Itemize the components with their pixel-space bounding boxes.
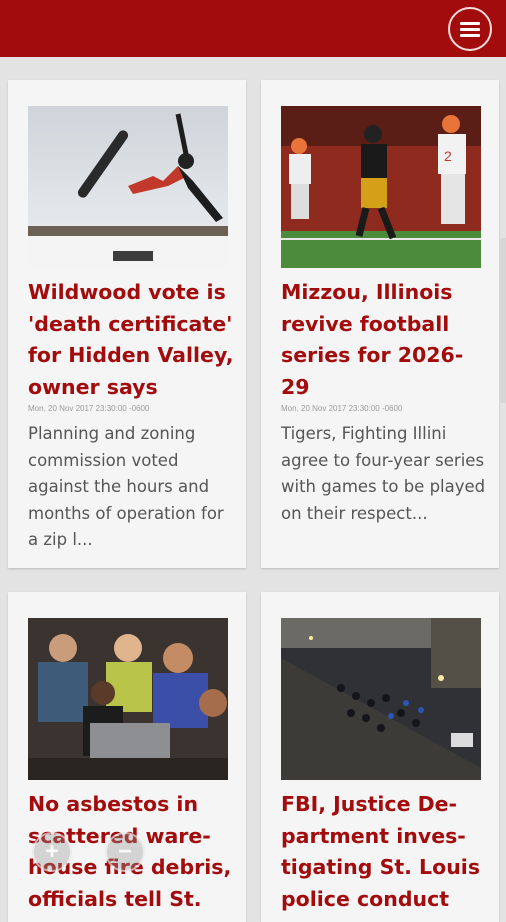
menu-button[interactable]	[448, 7, 492, 51]
article-date: Mon, 20 Nov 2017 23:30:00 -0600	[28, 404, 150, 413]
zoom-in-button[interactable]: +	[32, 832, 72, 872]
article-title[interactable]: Wildwood vote is 'death certificate' for…	[28, 277, 238, 403]
app-header	[0, 0, 506, 57]
article-card-2[interactable]: 2 Mizzou, Illinois revive football serie…	[261, 80, 499, 568]
protest-aerial-photo	[281, 618, 481, 780]
article-title[interactable]: FBI, Justice De-partment inves-tigating …	[281, 789, 491, 915]
zoom-in-icon: +	[44, 838, 59, 865]
article-card-3[interactable]: No asbestos in scattered ware-house fire…	[8, 592, 246, 922]
article-summary: Planning and zoning commission voted aga…	[28, 424, 224, 549]
zoom-out-button[interactable]: −	[105, 832, 145, 872]
meeting-crowd-photo	[28, 618, 228, 780]
article-card-4[interactable]: FBI, Justice De-partment inves-tigating …	[261, 592, 499, 922]
snowboarder-photo	[28, 106, 228, 268]
svg-text:2: 2	[444, 148, 452, 164]
article-title[interactable]: Mizzou, Illinois revive football series …	[281, 277, 491, 403]
side-drawer-handle[interactable]	[500, 238, 506, 403]
hamburger-menu-icon	[460, 19, 480, 40]
article-summary: Tigers, Fighting Illini agree to four-ye…	[281, 424, 486, 523]
football-game-photo: 2	[281, 106, 481, 268]
zoom-out-icon: −	[117, 838, 132, 865]
article-date: Mon, 20 Nov 2017 23:30:00 -0600	[281, 404, 403, 413]
article-card-1[interactable]: Wildwood vote is 'death certificate' for…	[8, 80, 246, 568]
